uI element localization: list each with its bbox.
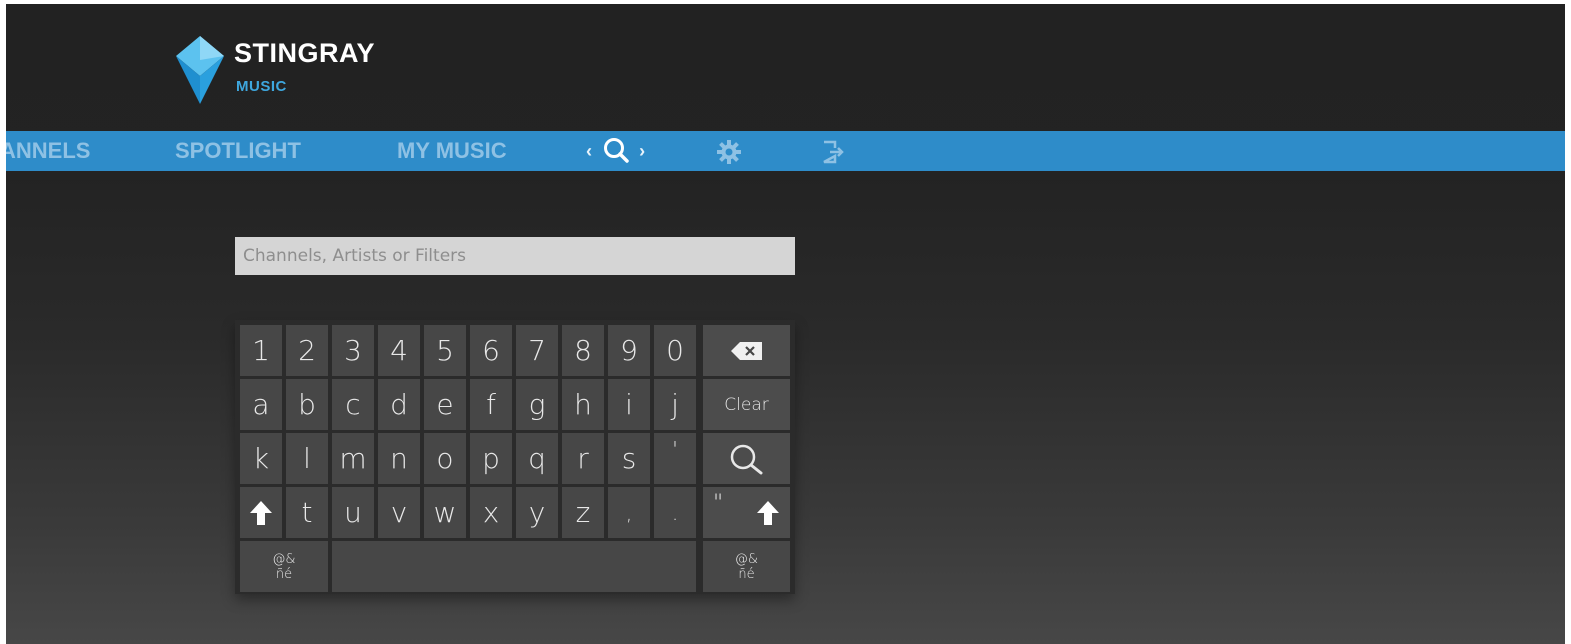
search-icon: [603, 137, 629, 163]
nav-tab-my-music[interactable]: MY MUSIC: [397, 131, 507, 171]
key-4[interactable]: 4: [378, 325, 420, 376]
key-0[interactable]: 0: [654, 325, 696, 376]
key-1[interactable]: 1: [240, 325, 282, 376]
key-6[interactable]: 6: [470, 325, 512, 376]
key-u[interactable]: u: [332, 487, 374, 538]
search-input[interactable]: [235, 237, 795, 275]
key-5[interactable]: 5: [424, 325, 466, 376]
space-bar[interactable]: [332, 541, 696, 592]
symbols-key-top-label: @&: [272, 551, 296, 567]
key-n[interactable]: n: [378, 433, 420, 484]
app-screen: STINGRAY MUSIC ANNELS SPOTLIGHT MY MUSIC…: [6, 4, 1565, 644]
brand-subtitle: MUSIC: [236, 78, 287, 95]
stingray-logo-icon: [176, 36, 224, 104]
nav-tab-search[interactable]: ‹ ›: [586, 131, 645, 171]
key-p[interactable]: p: [470, 433, 512, 484]
backspace-icon: [730, 341, 762, 360]
key-k[interactable]: k: [240, 433, 282, 484]
clear-key[interactable]: Clear: [703, 379, 790, 430]
brand-name: STINGRAY: [234, 38, 376, 68]
key-7[interactable]: 7: [516, 325, 558, 376]
quote-shift-key[interactable]: ": [703, 487, 790, 538]
key-period[interactable]: .: [654, 487, 696, 538]
nav-settings-button[interactable]: [716, 138, 742, 164]
shift-arrow-icon: [757, 500, 779, 525]
key-m[interactable]: m: [332, 433, 374, 484]
key-y[interactable]: y: [516, 487, 558, 538]
key-t[interactable]: t: [286, 487, 328, 538]
key-2[interactable]: 2: [286, 325, 328, 376]
key-w[interactable]: w: [424, 487, 466, 538]
key-g[interactable]: g: [516, 379, 558, 430]
chevron-right-icon: ›: [639, 141, 646, 161]
key-8[interactable]: 8: [562, 325, 604, 376]
nav-logout-button[interactable]: [820, 138, 846, 164]
key-c[interactable]: c: [332, 379, 374, 430]
symbols-key-bottom-label: ñé: [738, 566, 755, 582]
key-q[interactable]: q: [516, 433, 558, 484]
gear-icon: [717, 140, 741, 164]
shift-arrow-icon: [250, 500, 272, 525]
main-nav-bar: ANNELS SPOTLIGHT MY MUSIC ‹ ›: [6, 131, 1565, 171]
key-comma[interactable]: ,: [608, 487, 650, 538]
key-double-quote[interactable]: ": [713, 491, 723, 516]
key-9[interactable]: 9: [608, 325, 650, 376]
key-h[interactable]: h: [562, 379, 604, 430]
backspace-key[interactable]: [703, 325, 790, 376]
key-e[interactable]: e: [424, 379, 466, 430]
symbols-key-right[interactable]: @& ñé: [703, 541, 790, 592]
symbols-key-top-label: @&: [734, 551, 759, 567]
key-z[interactable]: z: [562, 487, 604, 538]
key-j[interactable]: j: [654, 379, 696, 430]
key-r[interactable]: r: [562, 433, 604, 484]
key-b[interactable]: b: [286, 379, 328, 430]
shift-key-left[interactable]: [240, 487, 282, 538]
key-x[interactable]: x: [470, 487, 512, 538]
key-v[interactable]: v: [378, 487, 420, 538]
stingray-logo: STINGRAY MUSIC: [172, 32, 432, 106]
key-apostrophe[interactable]: ': [654, 433, 696, 484]
on-screen-keyboard: 1 2 3 4 5 6 7 8 9 0 a b c d e f g h i j …: [235, 320, 795, 594]
key-o[interactable]: o: [424, 433, 466, 484]
key-f[interactable]: f: [470, 379, 512, 430]
search-icon: [730, 444, 762, 474]
search-key[interactable]: [703, 433, 790, 484]
chevron-left-icon: ‹: [586, 141, 592, 161]
key-d[interactable]: d: [378, 379, 420, 430]
symbols-key-left[interactable]: @& ñé: [240, 541, 328, 592]
key-i[interactable]: i: [608, 379, 650, 430]
key-l[interactable]: l: [286, 433, 328, 484]
key-a[interactable]: a: [240, 379, 282, 430]
logout-icon: [823, 140, 844, 164]
key-3[interactable]: 3: [332, 325, 374, 376]
symbols-key-bottom-label: ñé: [275, 566, 293, 582]
key-s[interactable]: s: [608, 433, 650, 484]
nav-tab-spotlight[interactable]: SPOTLIGHT: [175, 131, 301, 171]
nav-tab-channels[interactable]: ANNELS: [6, 131, 90, 171]
